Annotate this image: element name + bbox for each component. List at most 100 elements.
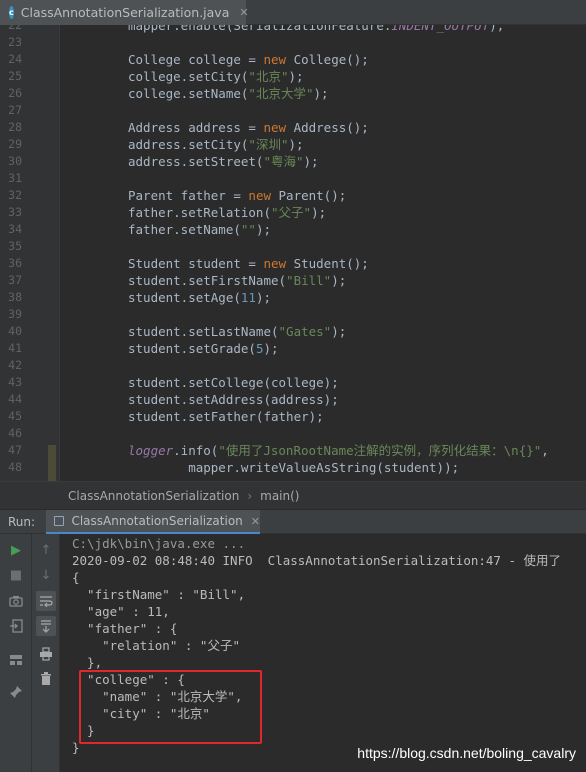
code-line: 36 Student student = new Student(); xyxy=(0,255,586,272)
line-number: 22 xyxy=(8,25,22,32)
code-token: "" xyxy=(240,222,256,237)
code-line: 27 xyxy=(0,102,586,119)
code-token: ); xyxy=(313,86,329,101)
code-line: 26 college.setName("北京大学"); xyxy=(0,85,586,102)
console-line: C:\jdk\bin\java.exe ... xyxy=(72,536,246,551)
breadcrumb-separator: › xyxy=(247,488,253,503)
code-token: Address address = xyxy=(128,120,264,135)
pin-icon[interactable] xyxy=(6,682,26,702)
code-token: Address(); xyxy=(293,120,369,135)
code-token: student.setFirstName( xyxy=(128,273,287,288)
layout-icon[interactable] xyxy=(6,650,26,670)
code-text: Student student = new Student(); xyxy=(128,255,369,272)
editor-tab[interactable]: c ClassAnnotationSerialization.java ✕ xyxy=(0,0,249,25)
down-arrow-icon[interactable]: ↓ xyxy=(36,565,56,585)
code-line: 40 student.setLastName("Gates"); xyxy=(0,323,586,340)
code-token: Parent(); xyxy=(278,188,347,203)
code-line: 23 xyxy=(0,34,586,51)
code-token: ); xyxy=(331,324,347,339)
code-line: 47 logger.info("使用了JsonRootName注解的实例，序列化结… xyxy=(0,442,586,459)
up-arrow-icon[interactable]: ↑ xyxy=(36,540,56,560)
code-line: 29 address.setCity("深圳"); xyxy=(0,136,586,153)
code-text: address.setCity("深圳"); xyxy=(128,136,304,153)
code-token: college.setCity( xyxy=(128,69,249,84)
line-number: 36 xyxy=(8,256,22,270)
breadcrumb-class[interactable]: ClassAnnotationSerialization xyxy=(68,489,239,503)
line-number: 25 xyxy=(8,69,22,83)
code-text: student.setCollege(college); xyxy=(128,374,339,391)
code-token: ); xyxy=(255,290,272,305)
code-line: 42 xyxy=(0,357,586,374)
code-line: 45 student.setFather(father); xyxy=(0,408,586,425)
code-line: 44 student.setAddress(address); xyxy=(0,391,586,408)
code-text: college.setCity("北京"); xyxy=(128,68,304,85)
code-token: "北京大学" xyxy=(248,86,314,101)
code-token: 11 xyxy=(240,290,256,305)
breadcrumb-method[interactable]: main() xyxy=(260,489,299,503)
code-token: student.setLastName( xyxy=(128,324,279,339)
code-line: 28 Address address = new Address(); xyxy=(0,119,586,136)
line-number: 32 xyxy=(8,188,22,202)
editor-tab-bar: c ClassAnnotationSerialization.java ✕ xyxy=(0,0,586,25)
code-line: 34 father.setName(""); xyxy=(0,221,586,238)
code-text: address.setStreet("粤海"); xyxy=(128,153,319,170)
console-icon xyxy=(54,516,65,526)
console-line: "age" : 11, xyxy=(72,604,170,619)
trash-icon[interactable] xyxy=(36,669,56,689)
code-line: 22 mapper.enable(SerializationFeature.IND… xyxy=(0,25,586,34)
console-line: "father" : { xyxy=(72,621,178,636)
code-text: college.setName("北京大学"); xyxy=(128,85,329,102)
code-token: "父子" xyxy=(271,205,312,220)
code-token: new xyxy=(263,52,294,67)
code-token: new xyxy=(263,120,294,135)
line-number: 48 xyxy=(8,460,22,474)
line-number: 42 xyxy=(8,358,22,372)
code-token: .info( xyxy=(173,443,219,458)
login-icon[interactable] xyxy=(6,616,26,636)
close-icon[interactable]: ✕ xyxy=(251,515,260,528)
code-line: 46 xyxy=(0,425,586,442)
code-token: ); xyxy=(288,137,304,152)
code-text: student.setGrade(5); xyxy=(128,340,279,357)
line-number: 35 xyxy=(8,239,22,253)
code-token: student.setGrade( xyxy=(128,341,256,356)
highlight-annotation xyxy=(79,670,262,744)
code-line: 25 college.setCity("北京"); xyxy=(0,68,586,85)
run-panel-header: Run: ClassAnnotationSerialization ✕ xyxy=(0,509,586,535)
line-number: 43 xyxy=(8,375,22,389)
code-token: college.setName( xyxy=(128,86,249,101)
soft-wrap-icon[interactable] xyxy=(36,591,56,611)
code-token: father.setName( xyxy=(128,222,241,237)
line-number: 33 xyxy=(8,205,22,219)
line-number: 23 xyxy=(8,35,22,49)
line-number: 39 xyxy=(8,307,22,321)
line-number: 41 xyxy=(8,341,22,355)
breadcrumb: ClassAnnotationSerialization › main() xyxy=(0,481,586,509)
code-token: ); xyxy=(288,69,304,84)
code-token: Student student = xyxy=(128,256,264,271)
run-icon[interactable]: ▶ xyxy=(6,540,26,560)
code-token: address.setStreet( xyxy=(128,154,264,169)
run-tab[interactable]: ClassAnnotationSerialization ✕ xyxy=(46,510,260,535)
code-text: Address address = new Address(); xyxy=(128,119,369,136)
code-line: 30 address.setStreet("粤海"); xyxy=(0,153,586,170)
code-token: "使用了JsonRootName注解的实例，序列化结果：\n{}" xyxy=(218,443,542,458)
code-line: 32 Parent father = new Parent(); xyxy=(0,187,586,204)
stop-icon[interactable]: ■ xyxy=(6,565,26,585)
code-token: , xyxy=(541,443,549,458)
camera-icon[interactable] xyxy=(6,591,26,611)
code-line: 31 xyxy=(0,170,586,187)
code-text: student.setAddress(address); xyxy=(128,391,339,408)
code-token: ); xyxy=(263,341,279,356)
close-icon[interactable]: ✕ xyxy=(239,6,248,19)
code-token: "Bill" xyxy=(286,273,332,288)
scroll-to-end-icon[interactable] xyxy=(36,616,56,636)
code-line: 41 student.setGrade(5); xyxy=(0,340,586,357)
print-icon[interactable] xyxy=(36,644,56,664)
line-number: 46 xyxy=(8,426,22,440)
line-number: 34 xyxy=(8,222,22,236)
code-token: student.setFather(father); xyxy=(128,409,324,424)
code-text: mapper.writeValueAsString(student)); xyxy=(128,459,459,476)
line-number: 45 xyxy=(8,409,22,423)
code-editor[interactable]: 22 mapper.enable(SerializationFeature.IND… xyxy=(0,25,586,481)
